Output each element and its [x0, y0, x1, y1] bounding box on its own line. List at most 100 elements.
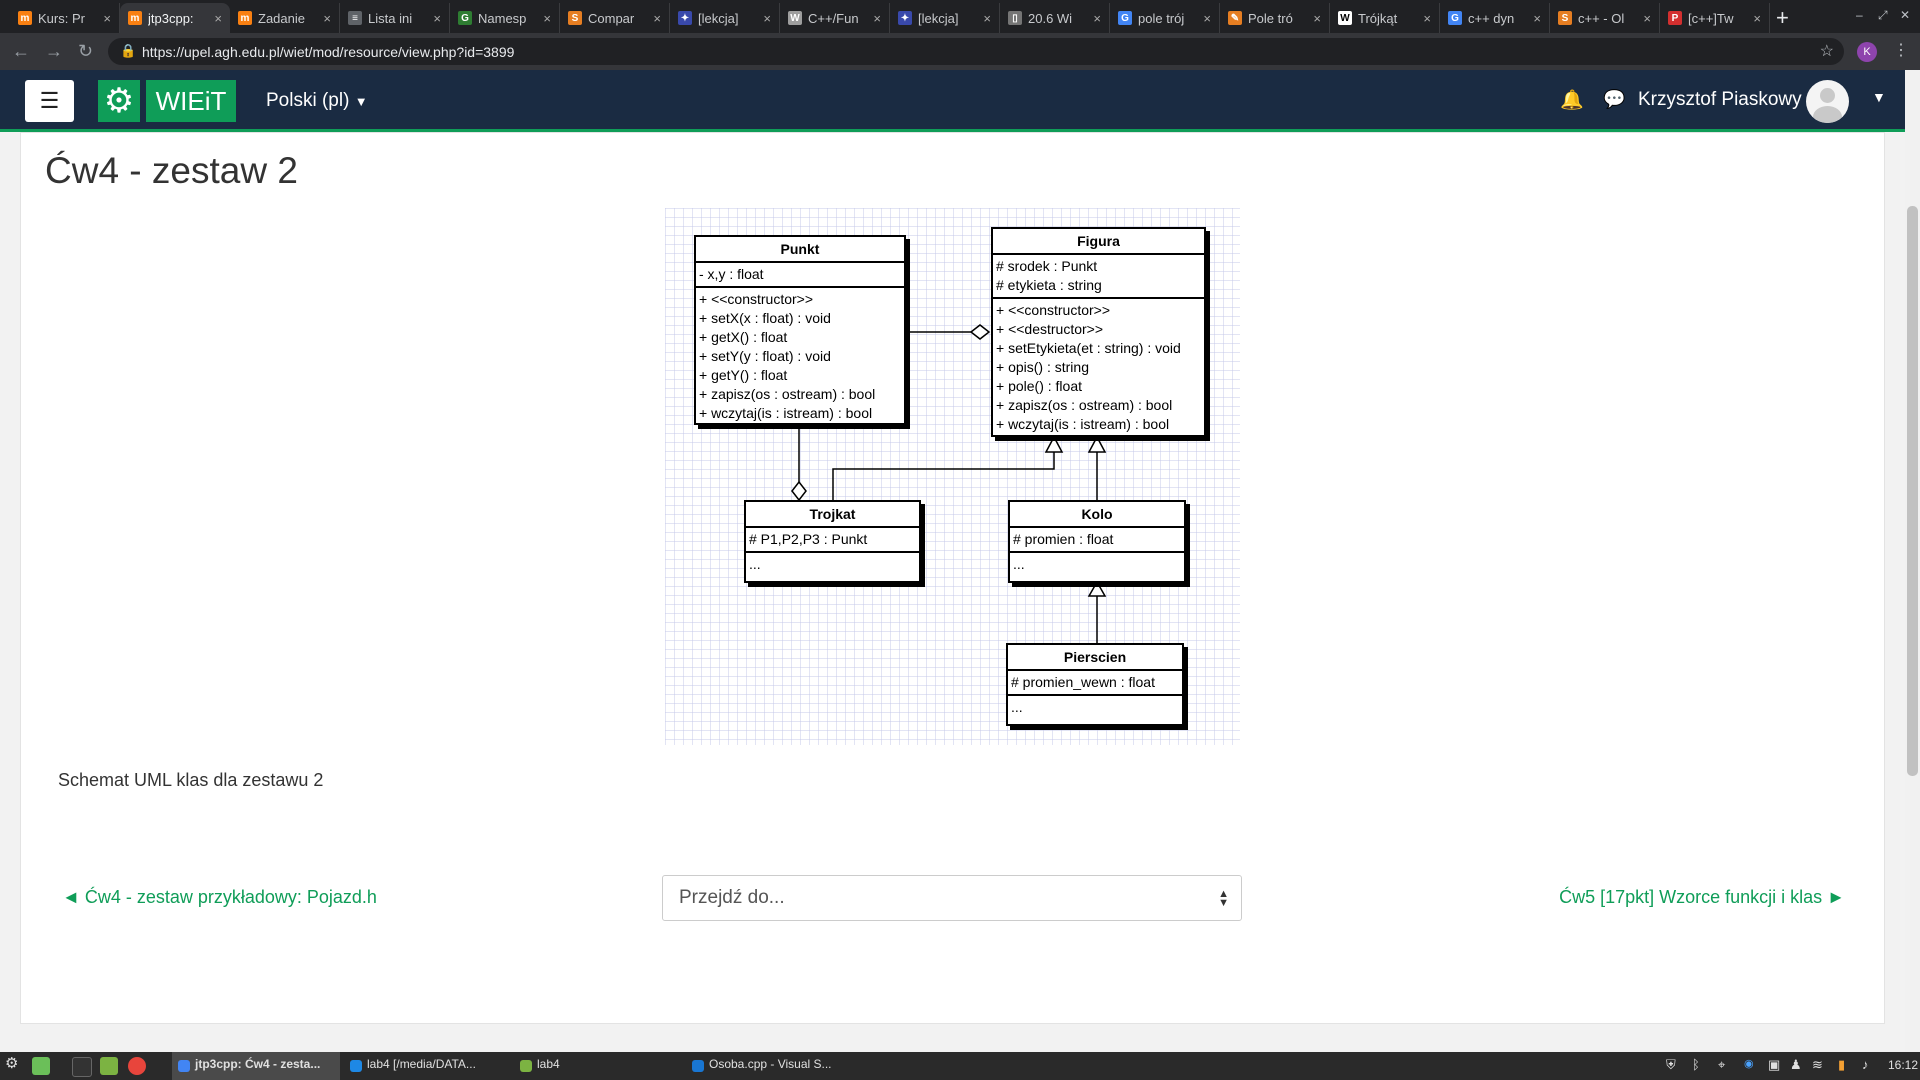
chat-bubble-icon[interactable]: 💬	[1603, 89, 1625, 110]
profile-avatar[interactable]: K	[1857, 42, 1877, 62]
tab-close-icon[interactable]: ×	[1093, 11, 1101, 26]
uml-member: + setY(y : float) : void	[699, 348, 831, 364]
uml-class-figura: Figura # srodek : Punkt # etykieta : stri…	[991, 227, 1206, 437]
uml-member: ...	[749, 556, 761, 572]
system-monitor-icon[interactable]: ▣	[1768, 1057, 1780, 1073]
minimize-icon[interactable]: –	[1856, 8, 1863, 22]
site-logo[interactable]: WIEiT	[146, 80, 236, 122]
reload-icon[interactable]: ↻	[78, 41, 93, 62]
uml-class-name: Pierscien	[1008, 645, 1182, 671]
hamburger-menu-button[interactable]: ☰	[25, 80, 74, 122]
address-bar[interactable]: 🔒 https://upel.agh.edu.pl/wiet/mod/resou…	[108, 38, 1844, 65]
tab-title: Lista ini	[368, 10, 413, 26]
browser-tab[interactable]: W Trójkąt ×	[1330, 3, 1440, 33]
browser-menu-icon[interactable]: ⋮	[1893, 40, 1909, 60]
tab-title: pole trój	[1138, 10, 1185, 26]
taskbar-window-button[interactable]: lab4 [/media/DATA...	[367, 1057, 476, 1071]
browser-tab[interactable]: ≡ Lista ini ×	[340, 3, 450, 33]
browser-tab[interactable]: G Namesp ×	[450, 3, 560, 33]
close-window-icon[interactable]: ✕	[1900, 8, 1910, 22]
tab-close-icon[interactable]: ×	[1203, 11, 1211, 26]
uml-class-name: Kolo	[1010, 502, 1184, 528]
next-activity-link[interactable]: Ćw5 [17pkt] Wzorce funkcji i klas ►	[1559, 887, 1845, 908]
tab-close-icon[interactable]: ×	[873, 11, 881, 26]
tab-close-icon[interactable]: ×	[1753, 11, 1761, 26]
intel-icon[interactable]: ◉	[1744, 1057, 1754, 1070]
tab-favicon-icon: ✦	[678, 11, 692, 25]
user-menu-caret-icon[interactable]: ▼	[1872, 89, 1886, 105]
desktop-icon[interactable]	[32, 1057, 50, 1075]
lock-icon: 🔒	[120, 43, 137, 58]
uml-methods: ...	[746, 553, 919, 576]
browser-tab[interactable]: m Zadanie ×	[230, 3, 340, 33]
browser-tab[interactable]: W C++/Fun ×	[780, 3, 890, 33]
forward-icon[interactable]: →	[45, 41, 63, 62]
user-name[interactable]: Krzysztof Piaskowy	[1638, 89, 1802, 111]
user-avatar[interactable]	[1806, 80, 1849, 123]
uml-class-punkt: Punkt - x,y : float + <<constructor>> + s…	[694, 235, 906, 425]
restore-icon[interactable]: ⤢	[1878, 8, 1888, 23]
shield-icon[interactable]: ⛨	[1666, 1057, 1676, 1073]
uml-methods: ...	[1008, 696, 1182, 719]
browser-tab[interactable]: m jtp3cpp: ×	[120, 3, 230, 33]
browser-tab[interactable]: P [c++]Tw ×	[1660, 3, 1770, 33]
tab-close-icon[interactable]: ×	[983, 11, 991, 26]
wifi-icon[interactable]: ≋	[1812, 1057, 1823, 1073]
tab-close-icon[interactable]: ×	[653, 11, 661, 26]
tab-title: [lekcja]	[698, 10, 739, 26]
chrome-icon[interactable]	[128, 1057, 146, 1075]
clock[interactable]: 16:12	[1888, 1058, 1918, 1072]
tab-title: Namesp	[478, 10, 527, 26]
taskbar-window-button[interactable]: Osoba.cpp - Visual S...	[709, 1057, 832, 1071]
battery-icon[interactable]: ▮	[1838, 1057, 1845, 1073]
page-scrollbar-thumb[interactable]	[1907, 206, 1918, 776]
browser-tab[interactable]: Sc++ - Ol ×	[1550, 3, 1660, 33]
volume-icon[interactable]: ♪	[1862, 1057, 1869, 1072]
bell-icon[interactable]: 🔔	[1560, 88, 1584, 112]
tab-close-icon[interactable]: ×	[214, 11, 222, 26]
tab-close-icon[interactable]: ×	[1313, 11, 1321, 26]
tab-close-icon[interactable]: ×	[763, 11, 771, 26]
previous-activity-link[interactable]: ◄ Ćw4 - zestaw przykładowy: Pojazd.h	[62, 887, 377, 908]
tab-close-icon[interactable]: ×	[103, 11, 111, 26]
browser-tab[interactable]: ✎ Pole tró ×	[1220, 3, 1330, 33]
browser-tab[interactable]: S Compar ×	[560, 3, 670, 33]
language-menu[interactable]: Polski (pl) ▼	[266, 90, 368, 112]
tab-title: 20.6 Wi	[1028, 10, 1073, 26]
user-switch-icon[interactable]: ♟	[1790, 1057, 1802, 1073]
jump-to-select[interactable]: Przejdź do... ▲ ▼	[662, 875, 1242, 921]
tab-title: Kurs: Pr	[38, 10, 85, 26]
uml-member: # promien_wewn : float	[1011, 674, 1155, 690]
uml-member: + getY() : float	[699, 367, 788, 383]
bookmark-star-icon[interactable]: ☆	[1820, 41, 1834, 61]
browser-tab[interactable]: Gc++ dyn ×	[1440, 3, 1550, 33]
folder-icon[interactable]	[100, 1057, 118, 1075]
url-text: https://upel.agh.edu.pl/wiet/mod/resourc…	[142, 43, 515, 60]
tab-close-icon[interactable]: ×	[1423, 11, 1431, 26]
settings-gear-icon[interactable]: ⚙	[5, 1054, 18, 1072]
uml-member: # promien : float	[1013, 531, 1114, 547]
uml-methods: ...	[1010, 553, 1184, 576]
browser-tab[interactable]: ✦ [lekcja] ×	[670, 3, 780, 33]
tab-title: [c++]Tw	[1688, 10, 1734, 26]
new-tab-button[interactable]: +	[1776, 5, 1789, 31]
taskbar-window-button[interactable]: jtp3cpp: Ćw4 - zesta...	[195, 1057, 320, 1071]
browser-tab[interactable]: ▯ 20.6 Wi ×	[1000, 3, 1110, 33]
tab-close-icon[interactable]: ×	[1533, 11, 1541, 26]
bluetooth-icon[interactable]: ᛒ	[1692, 1057, 1700, 1072]
tab-close-icon[interactable]: ×	[1643, 11, 1651, 26]
taskbar-window-button[interactable]: lab4	[537, 1057, 560, 1071]
tab-close-icon[interactable]: ×	[433, 11, 441, 26]
browser-tab[interactable]: Gpole trój ×	[1110, 3, 1220, 33]
back-icon[interactable]: ←	[12, 41, 30, 62]
tab-close-icon[interactable]: ×	[543, 11, 551, 26]
uml-member: + getX() : float	[699, 329, 788, 345]
location-icon[interactable]: ⌖	[1718, 1057, 1725, 1073]
browser-tab[interactable]: m Kurs: Pr ×	[10, 3, 120, 33]
taskbar-app-icon	[178, 1060, 190, 1072]
tab-close-icon[interactable]: ×	[323, 11, 331, 26]
select-caret-icon: ▲ ▼	[1218, 888, 1229, 909]
browser-tab[interactable]: ✦ [lekcja] ×	[890, 3, 1000, 33]
gear-logo-icon[interactable]: ⚙	[98, 80, 140, 122]
terminal-icon[interactable]	[72, 1057, 92, 1077]
